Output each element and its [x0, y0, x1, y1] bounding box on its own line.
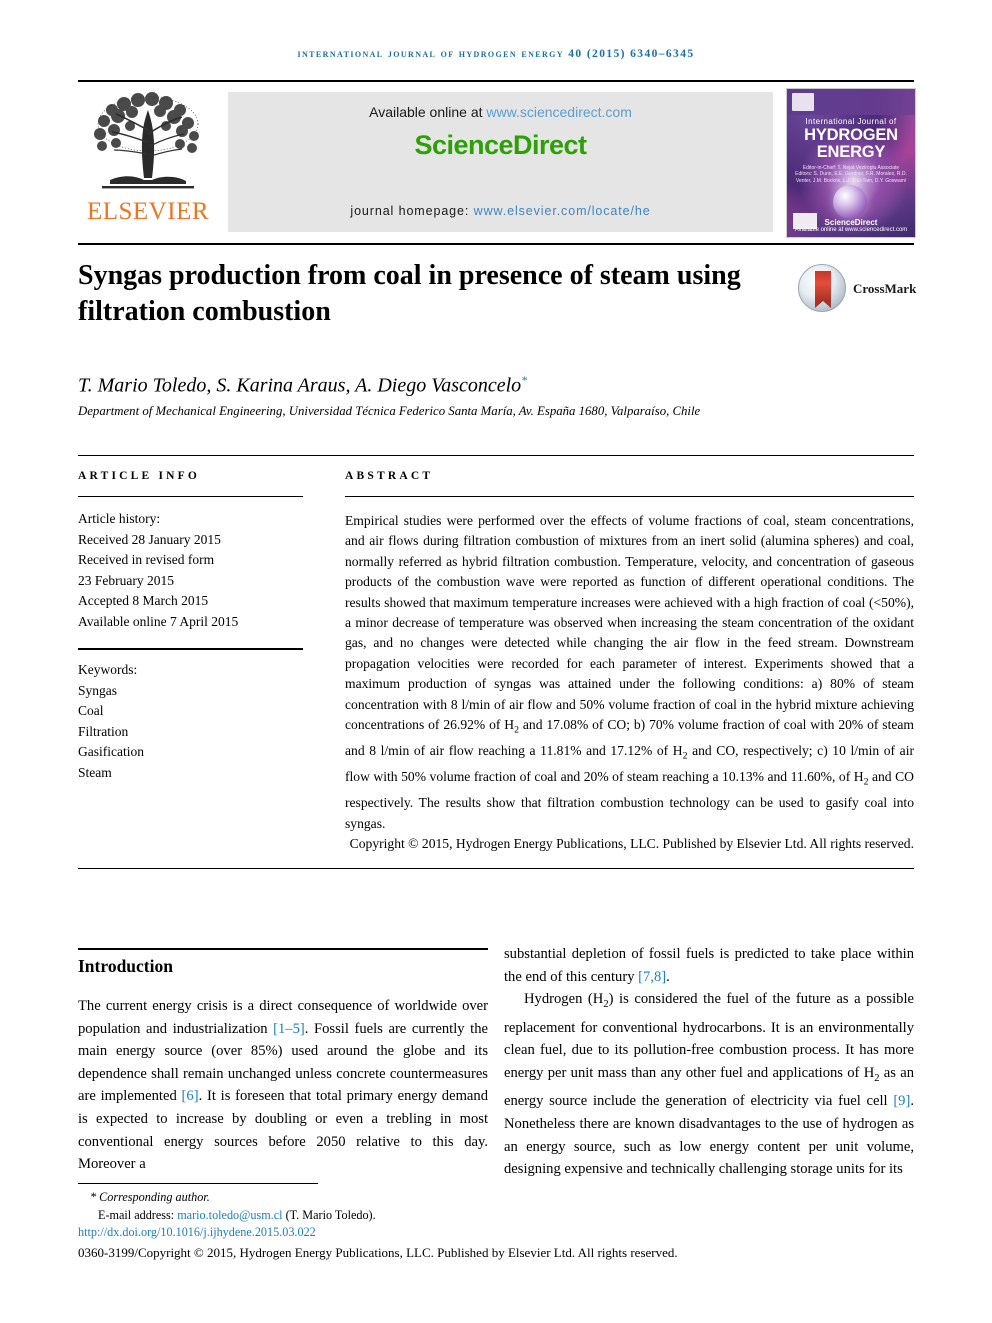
available-online-line: Available online at www.sciencedirect.co… [228, 104, 773, 120]
elsevier-wordmark: ELSEVIER [86, 198, 210, 225]
keyword-item: Steam [78, 764, 112, 780]
introduction-heading: Introduction [78, 956, 173, 976]
keywords-rule [78, 648, 303, 650]
intro-p1-cont-b: . [666, 968, 670, 985]
running-head: International Journal of Hydrogen Energy… [297, 48, 695, 60]
keyword-item: Filtration [78, 723, 129, 739]
intro-paragraph-1: The current energy crisis is a direct co… [78, 995, 488, 1176]
body-top-rule [78, 948, 488, 950]
abstract-heading: ABSTRACT [345, 470, 434, 482]
crossmark-label: CrossMark [853, 281, 917, 296]
article-history-label: Article history: [78, 511, 161, 526]
history-item: 23 February 2015 [78, 572, 174, 588]
intro-paragraph-2: Hydrogen (H2) is considered the fuel of … [504, 988, 914, 1181]
available-online-prefix: Available online at [369, 104, 487, 120]
footer-copyright: 0360-3199/Copyright © 2015, Hydrogen Ene… [78, 1244, 678, 1260]
author-list: T. Mario Toledo, S. Karina Araus, A. Die… [78, 373, 778, 398]
abstract-end-rule [78, 868, 914, 869]
citation-7-8[interactable]: [7,8] [638, 969, 666, 985]
masthead: ELSEVIER Available online at www.science… [78, 88, 916, 238]
doi-link[interactable]: http://dx.doi.org/10.1016/j.ijhydene.201… [78, 1224, 914, 1242]
keyword-item: Coal [78, 703, 104, 718]
article-info-underline [78, 496, 303, 497]
elsevier-logo[interactable]: ELSEVIER [78, 88, 218, 236]
abstract-copyright: Copyright © 2015, Hydrogen Energy Public… [349, 836, 914, 852]
paper-page: International Journal of Hydrogen Energy… [0, 0, 992, 1323]
info-section-rule [78, 455, 914, 456]
intro-p1-cont-a: substantial depletion of fossil fuels is… [504, 946, 914, 985]
abstract-part-1: Empirical studies were performed over th… [345, 513, 914, 733]
crossmark-ribbon-icon [815, 271, 831, 308]
history-item: Received 28 January 2015 [78, 531, 221, 547]
email-link[interactable]: mario.toledo@usm.cl [177, 1208, 282, 1222]
corresponding-author-note: * Corresponding author. [90, 1190, 210, 1204]
elsevier-tree-icon [94, 92, 199, 189]
masthead-rule [78, 243, 914, 245]
sciencedirect-link[interactable]: www.sciencedirect.com [486, 104, 632, 120]
article-info-column: ARTICLE INFO Article history: Received 2… [78, 470, 303, 783]
keyword-item: Gasification [78, 744, 144, 759]
history-item: Available online 7 April 2015 [78, 613, 239, 629]
footnote-rule [78, 1183, 318, 1184]
body-column-right: substantial depletion of fossil fuels is… [504, 943, 914, 1181]
abstract-underline [345, 496, 914, 497]
cover-line2: HYDROGEN [804, 126, 898, 144]
crossmark-badge[interactable]: CrossMark [798, 264, 918, 314]
cover-sciencedirect: ScienceDirect [824, 218, 878, 227]
citation-1-5[interactable]: [1–5] [273, 1021, 305, 1037]
crossmark-circle-icon [798, 264, 846, 312]
cover-editors: Editor-in-Chief: T. Nejat Veziroglu Asso… [795, 165, 907, 184]
header-rule [78, 80, 914, 82]
page-title: Syngas production from coal in presence … [78, 260, 741, 327]
intro-paragraph-1-cont: substantial depletion of fossil fuels is… [504, 943, 914, 988]
sciencedirect-banner: Available online at www.sciencedirect.co… [228, 92, 773, 232]
cover-footer-line: Available online at www.sciencedirect.co… [794, 227, 908, 233]
email-suffix: (T. Mario Toledo). [282, 1207, 376, 1222]
sciencedirect-logo[interactable]: ScienceDirect [228, 130, 773, 161]
cover-elsevier-badge-icon [792, 93, 814, 111]
citation-6[interactable]: [6] [182, 1088, 199, 1104]
journal-homepage-prefix: journal homepage: [350, 204, 474, 218]
history-item: Accepted 8 March 2015 [78, 593, 209, 608]
abstract-text: Empirical studies were performed over th… [345, 511, 914, 834]
keywords-label: Keywords: [78, 662, 138, 677]
citation-9[interactable]: [9] [893, 1093, 910, 1109]
corresponding-author-marker: * [521, 373, 528, 387]
body-column-left: Introduction The current energy crisis i… [78, 956, 488, 1176]
keywords-block: Keywords: Syngas Coal Filtration Gasific… [78, 660, 303, 783]
intro-p2-a: Hydrogen (H [524, 991, 604, 1008]
history-item: Received in revised form [78, 552, 215, 567]
affiliation: Department of Mechanical Engineering, Un… [78, 404, 701, 418]
journal-homepage-link[interactable]: www.elsevier.com/locate/he [474, 204, 651, 218]
journal-cover-thumbnail[interactable]: International Journal of HYDROGEN ENERGY … [786, 88, 916, 238]
author-names: T. Mario Toledo, S. Karina Araus, A. Die… [78, 374, 522, 397]
cover-title: HYDROGEN ENERGY [787, 127, 915, 161]
cover-line1: International Journal of [805, 117, 897, 126]
journal-homepage-line: journal homepage: www.elsevier.com/locat… [228, 204, 773, 218]
cover-line3: ENERGY [816, 143, 886, 161]
article-history: Article history: Received 28 January 201… [78, 509, 303, 632]
cover-sphere-graphic [833, 185, 867, 219]
email-label: E-mail address: [98, 1207, 178, 1222]
abstract-column: ABSTRACT Empirical studies were performe… [345, 470, 914, 855]
page-footer: * Corresponding author. E-mail address: … [78, 1189, 914, 1261]
email-line: E-mail address: mario.toledo@usm.cl (T. … [78, 1207, 914, 1225]
keyword-item: Syngas [78, 682, 118, 698]
article-info-heading: ARTICLE INFO [78, 470, 201, 482]
